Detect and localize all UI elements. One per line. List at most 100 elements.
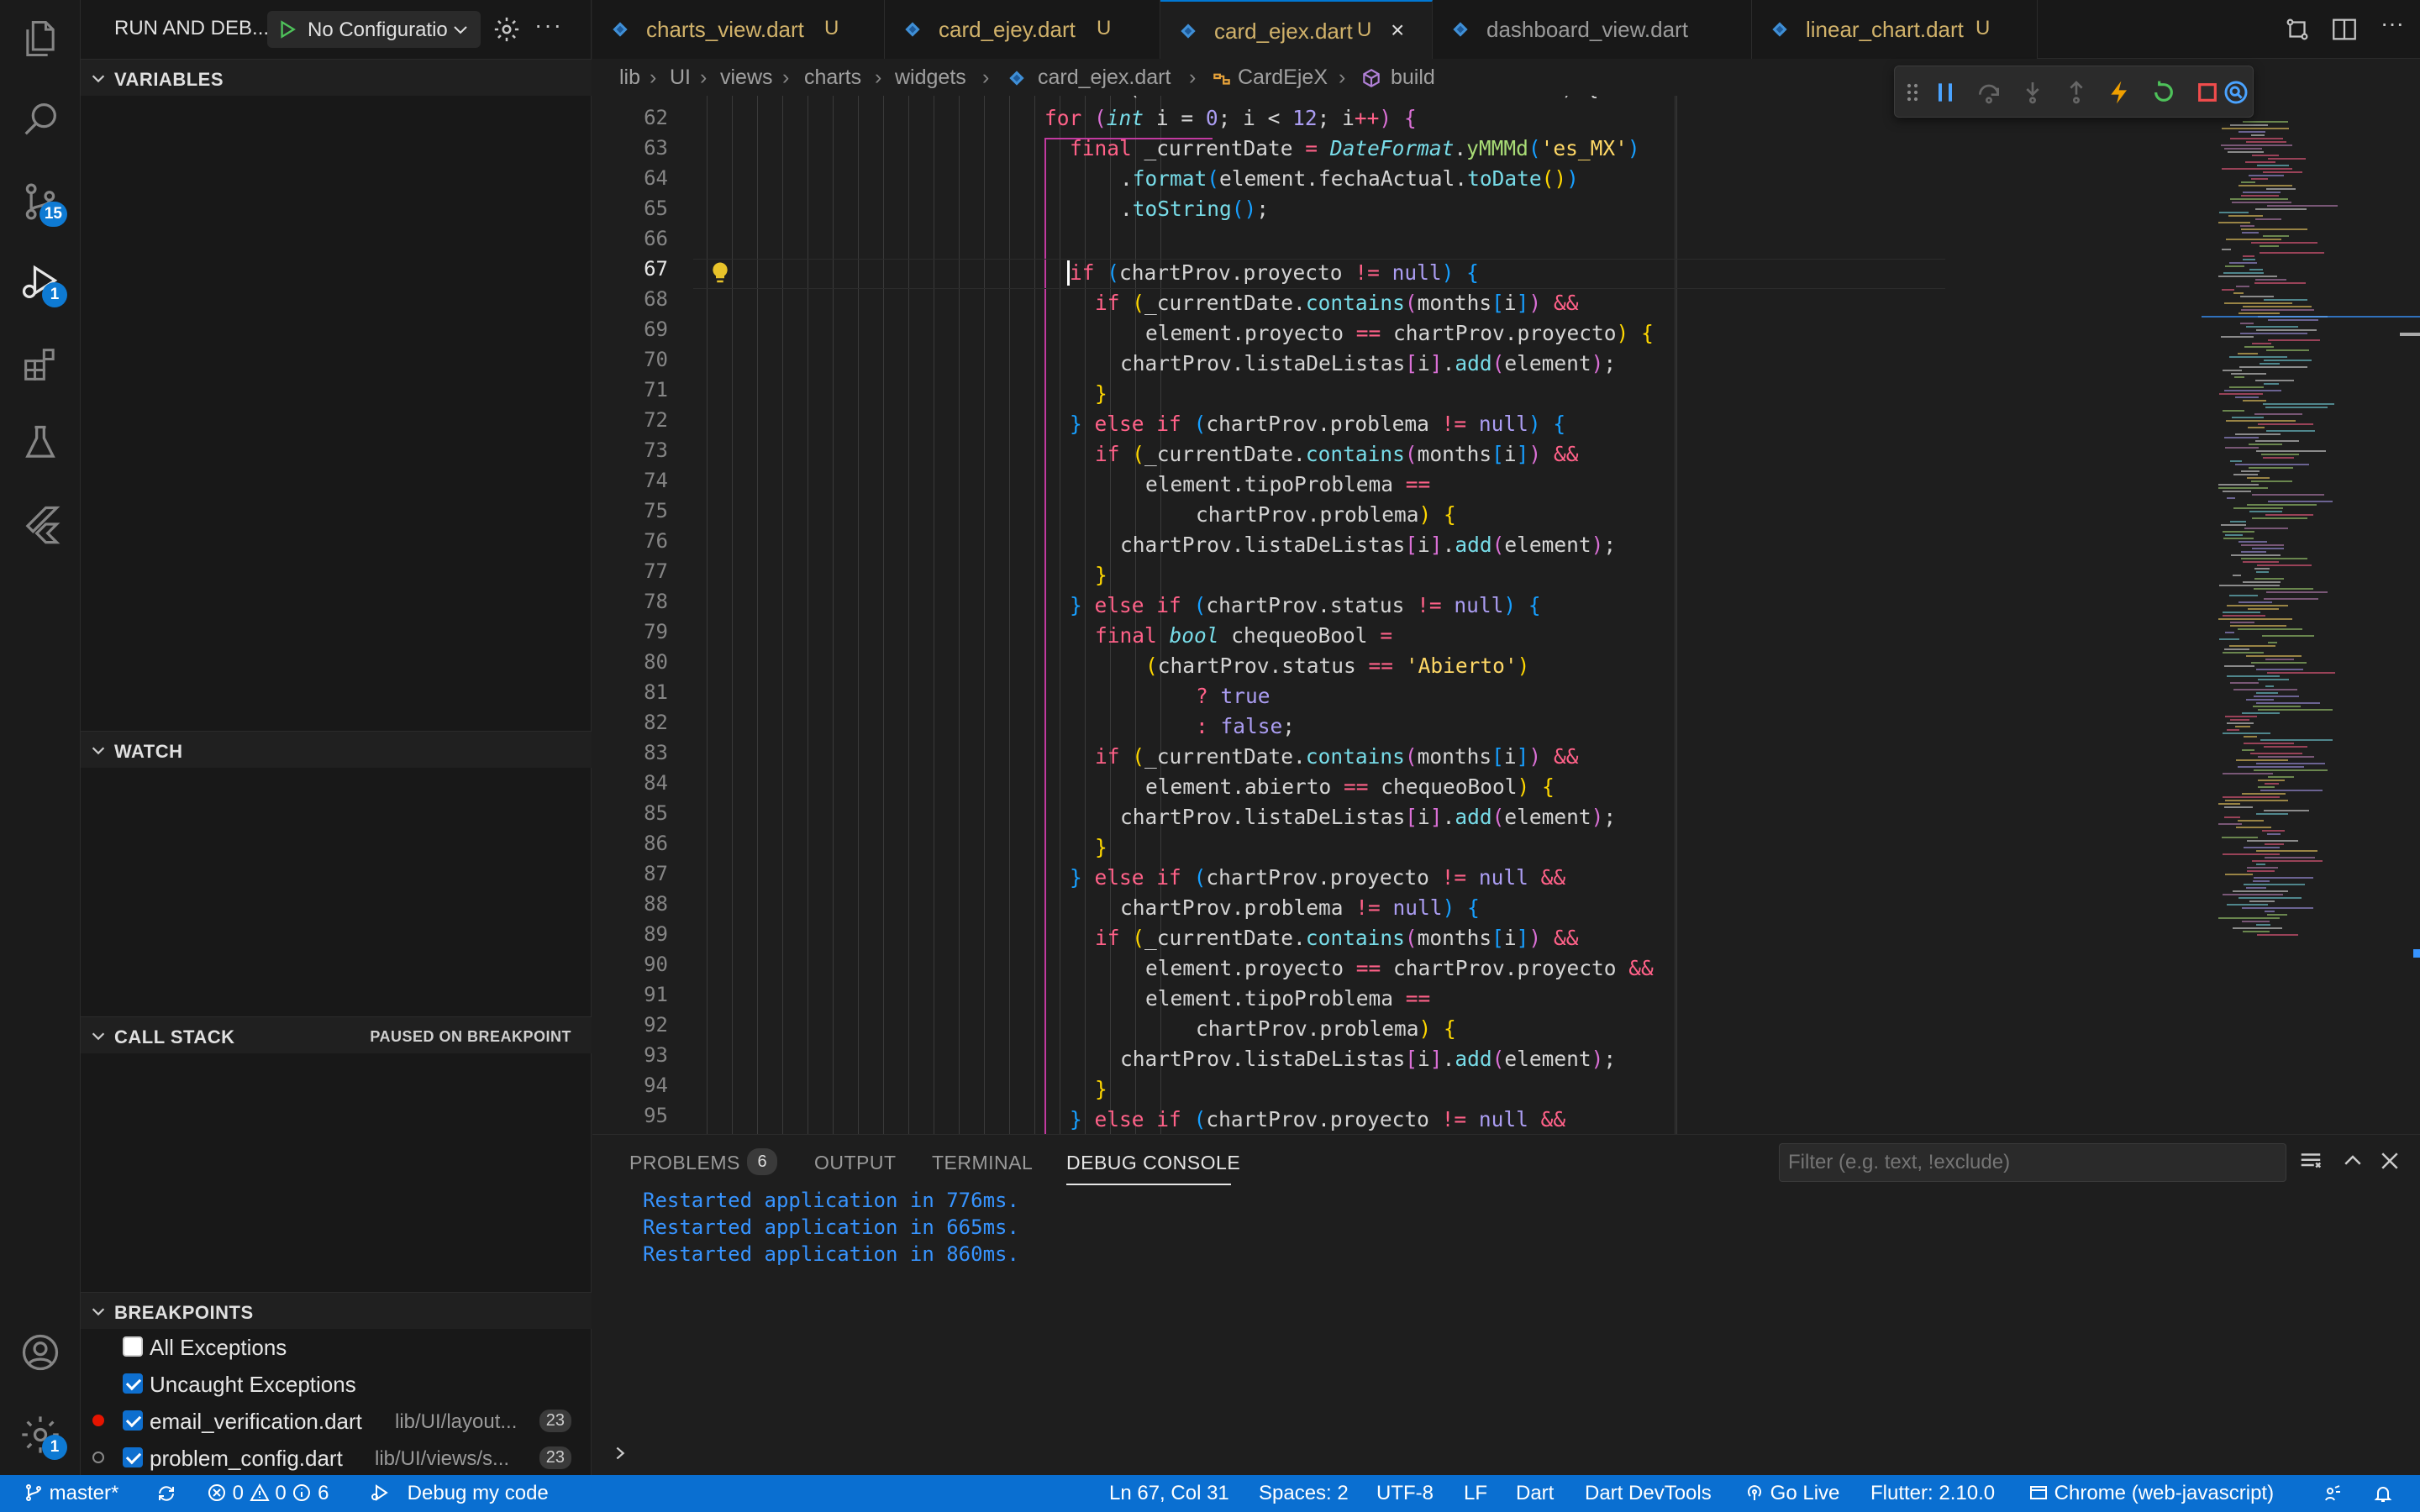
breadcrumb-item[interactable]: views — [720, 66, 773, 90]
language-mode[interactable]: Dart — [1516, 1482, 1554, 1505]
code-editor[interactable]: 62 63 64 65 66 67 68 69 70 71 72 73 74 75 76 77 78 79 80 81… — [592, 96, 2420, 1134]
notifications-bell-icon[interactable] — [2373, 1483, 2393, 1504]
minimap-line — [2258, 786, 2275, 788]
tab-linear-chart[interactable]: linear_chart.dart U — [1752, 0, 2038, 59]
more-actions-icon[interactable]: ··· — [534, 12, 563, 39]
tab-card-ejey[interactable]: card_ejey.dart U — [885, 0, 1160, 59]
stop-icon[interactable] — [2194, 79, 2221, 106]
breadcrumb-item[interactable]: charts — [804, 66, 861, 90]
step-out-icon[interactable] — [2063, 79, 2090, 106]
call-stack-section-header[interactable]: CALL STACK PAUSED ON BREAKPOINT — [81, 1016, 592, 1053]
breakpoint-checkbox[interactable] — [123, 1410, 143, 1431]
source-control-icon[interactable]: 15 — [18, 180, 67, 227]
minimap[interactable] — [2202, 96, 2420, 1134]
search-icon[interactable] — [18, 97, 62, 141]
debug-indicator[interactable]: Debug my code — [370, 1482, 549, 1505]
cursor-position[interactable]: Ln 67, Col 31 — [1109, 1482, 1229, 1505]
pause-icon[interactable] — [1932, 79, 1959, 106]
launch-settings-gear-icon[interactable] — [492, 15, 521, 44]
run-debug-icon[interactable]: 1 — [18, 260, 67, 307]
flutter-icon[interactable] — [18, 502, 62, 546]
minimap-line — [2225, 800, 2288, 801]
devtools-inspect-icon[interactable] — [2223, 79, 2249, 106]
start-debug-icon[interactable] — [276, 18, 297, 40]
minimap-line — [2268, 501, 2333, 502]
step-over-icon[interactable] — [1975, 79, 2002, 106]
breakpoint-checkbox[interactable] — [123, 1373, 143, 1394]
drag-handle-icon[interactable] — [1903, 79, 1922, 106]
code-content[interactable]: for (final element in chartProv.listado)… — [592, 96, 2420, 1131]
variables-section-header[interactable]: VARIABLES — [81, 59, 592, 96]
breadcrumb-item[interactable]: card_ejex.dart — [1038, 66, 1171, 90]
problems-indicator[interactable]: 0 0 6 — [207, 1482, 329, 1505]
console-prompt-icon[interactable] — [611, 1444, 629, 1462]
indentation[interactable]: Spaces: 2 — [1259, 1482, 1349, 1505]
maximize-panel-icon[interactable] — [2340, 1148, 2365, 1173]
call-stack-label: CALL STACK — [114, 1026, 235, 1047]
hot-reload-icon[interactable] — [2107, 79, 2133, 106]
tab-problems[interactable]: PROBLEMS — [629, 1152, 740, 1174]
minimap-line — [2261, 454, 2299, 455]
go-live[interactable]: Go Live — [1744, 1482, 1839, 1505]
split-editor-icon[interactable] — [2330, 15, 2359, 44]
breakpoint-row[interactable]: Uncaught Exceptions — [81, 1364, 592, 1401]
minimap-line — [2235, 464, 2309, 465]
info-icon — [293, 1484, 311, 1501]
tab-debug-console[interactable]: DEBUG CONSOLE — [1066, 1152, 1240, 1174]
minimap-line — [2247, 477, 2270, 479]
breadcrumb-item[interactable]: UI — [670, 66, 691, 90]
tab-dashboard-view[interactable]: dashboard_view.dart — [1433, 0, 1752, 59]
breakpoint-row[interactable]: problem_config.dart lib/UI/views/s... 23 — [81, 1438, 592, 1475]
breadcrumb-item[interactable]: build — [1391, 66, 1435, 90]
minimap-line — [2228, 215, 2263, 217]
close-panel-icon[interactable] — [2377, 1148, 2402, 1173]
settings-badge: 1 — [42, 1435, 67, 1460]
account-icon[interactable] — [18, 1331, 62, 1374]
minimap-line — [2241, 228, 2307, 230]
watch-section-header[interactable]: WATCH — [81, 731, 592, 768]
settings-gear-icon[interactable]: 1 — [18, 1413, 67, 1460]
launch-config-select[interactable]: No Configuratio — [267, 11, 481, 48]
encoding[interactable]: UTF-8 — [1376, 1482, 1434, 1505]
breakpoint-checkbox[interactable] — [123, 1336, 143, 1357]
feedback-icon[interactable] — [2323, 1483, 2343, 1504]
tab-output[interactable]: OUTPUT — [814, 1152, 897, 1174]
more-actions-icon[interactable]: ··· — [2381, 10, 2409, 39]
tab-terminal[interactable]: TERMINAL — [932, 1152, 1033, 1174]
end-of-line[interactable]: LF — [1464, 1482, 1487, 1505]
tab-card-ejex[interactable]: card_ejex.dart U × — [1160, 0, 1433, 59]
tab-charts-view[interactable]: charts_view.dart U — [592, 0, 885, 59]
restart-icon[interactable] — [2150, 79, 2177, 106]
sync-icon[interactable] — [156, 1483, 176, 1504]
minimap-slider[interactable] — [2400, 333, 2420, 336]
target-device[interactable]: Chrome (web-javascript) — [2028, 1482, 2274, 1505]
flutter-version[interactable]: Flutter: 2.10.0 — [1870, 1482, 1995, 1505]
open-changes-icon[interactable] — [2283, 15, 2312, 44]
breakpoint-row[interactable]: All Exceptions — [81, 1327, 592, 1364]
testing-icon[interactable] — [18, 422, 62, 465]
breadcrumb-item[interactable]: lib — [619, 66, 640, 90]
dart-devtools[interactable]: Dart DevTools — [1585, 1482, 1712, 1505]
minimap-line — [2254, 568, 2270, 570]
breadcrumb-item[interactable]: CardEjeX — [1238, 66, 1328, 90]
step-into-icon[interactable] — [2019, 79, 2046, 106]
extensions-icon[interactable] — [18, 343, 62, 386]
minimap-line — [2230, 460, 2242, 462]
breakpoint-checkbox[interactable] — [123, 1447, 143, 1467]
console-filter-input[interactable] — [1779, 1143, 2286, 1182]
explorer-icon[interactable] — [18, 17, 62, 60]
minimap-line — [2243, 931, 2270, 932]
breadcrumb-item[interactable]: widgets — [895, 66, 966, 90]
minimap-line — [2251, 480, 2292, 482]
clear-console-icon[interactable] — [2298, 1148, 2323, 1173]
minimap-line — [2252, 517, 2307, 519]
branch-indicator[interactable]: master* — [24, 1482, 118, 1505]
breakpoint-row[interactable]: email_verification.dart lib/UI/layout...… — [81, 1401, 592, 1438]
minimap-line — [2256, 702, 2320, 704]
tab-status: U — [824, 17, 839, 39]
minimap-line — [2244, 736, 2257, 738]
breakpoints-section-header[interactable]: BREAKPOINTS — [81, 1292, 592, 1329]
minimap-line — [2224, 302, 2292, 304]
minimap-line — [2247, 867, 2278, 869]
close-tab-icon[interactable]: × — [1391, 17, 1404, 44]
